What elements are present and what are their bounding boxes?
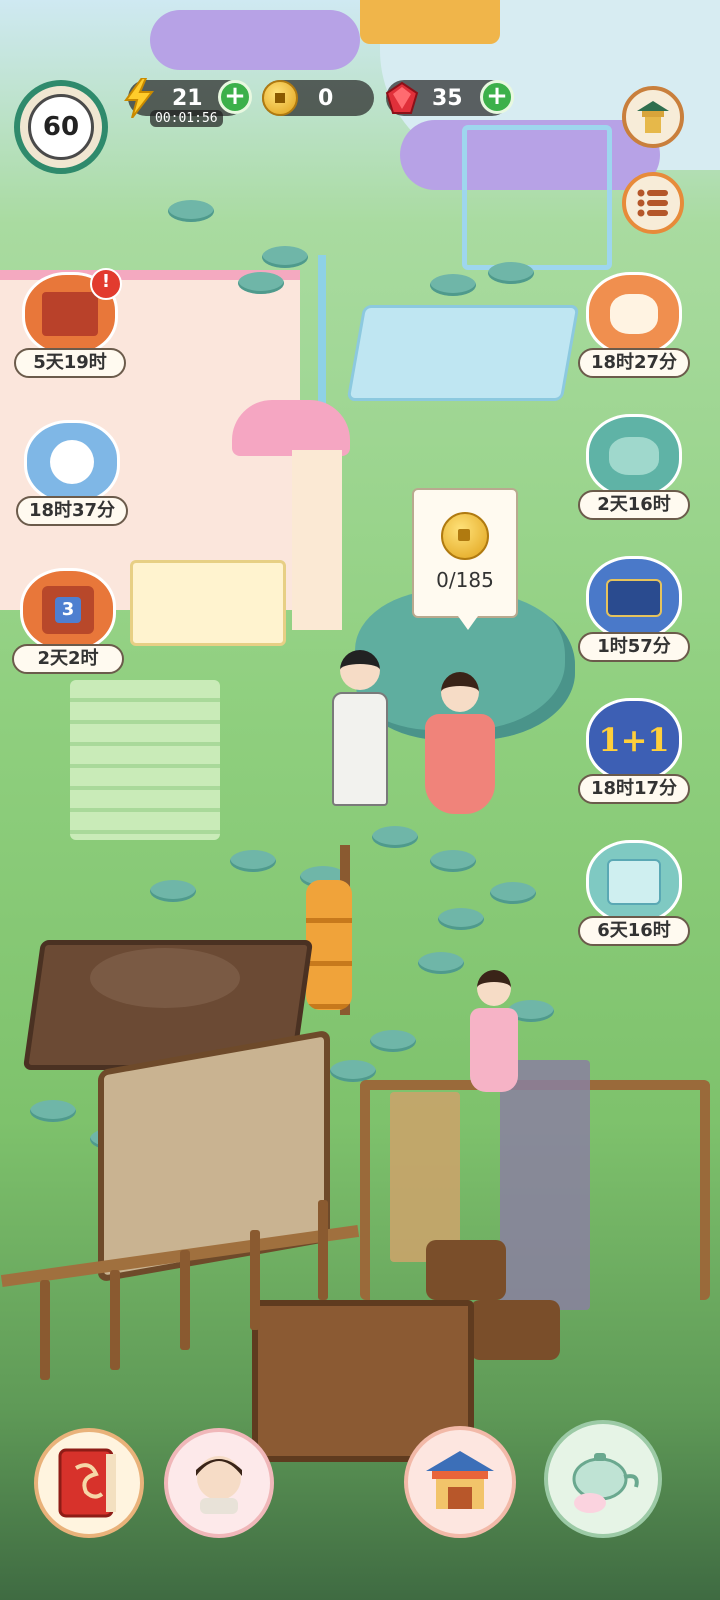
hydrangea-bush: [150, 10, 360, 70]
event-ice-cat-box[interactable]: 6天16时: [578, 840, 690, 946]
path-stone: [490, 882, 536, 904]
event-timer: 1时57分: [578, 632, 690, 662]
energy-timer: 00:01:56: [150, 110, 223, 127]
balcony-rail: [130, 560, 286, 646]
red-book-icon: [58, 1448, 116, 1518]
fence-post: [318, 1200, 328, 1300]
event-timer: 2天2时: [12, 644, 124, 674]
cat-lantern-stack: [306, 880, 352, 1010]
wall-pillar: [292, 450, 342, 630]
path-stone: [30, 1100, 76, 1122]
green-stairs: [70, 680, 220, 840]
gift-box-3-icon: 3: [20, 568, 116, 652]
scholar-character[interactable]: [330, 650, 390, 815]
hanging-cloth: [390, 1092, 460, 1262]
list-icon: [637, 189, 668, 217]
maid-sweeping-character[interactable]: [466, 970, 522, 1096]
add-gems-button[interactable]: +: [480, 80, 514, 114]
path-stone: [262, 246, 308, 268]
coin-icon: [441, 512, 489, 560]
player-level: 60: [28, 94, 94, 160]
plus-one-text: 1+1: [598, 721, 670, 759]
lady-character[interactable]: [420, 672, 500, 822]
path-stone: [372, 826, 418, 848]
add-energy-button[interactable]: +: [218, 80, 252, 114]
quest-book-button[interactable]: [34, 1428, 144, 1538]
coin-icon: [262, 80, 298, 116]
event-gift-box[interactable]: 3 2天2时: [12, 568, 124, 674]
path-stone: [418, 952, 464, 974]
event-starry-chest[interactable]: 1时57分: [578, 556, 690, 662]
event-timer: 18时17分: [578, 774, 690, 804]
event-plus-one[interactable]: 1+1 18时17分: [578, 698, 690, 804]
blue-frame-decor: [462, 125, 612, 270]
gem-value: 35: [432, 85, 463, 111]
coin-collect-count: 0/185: [436, 568, 494, 592]
street-lamp: [318, 255, 326, 405]
path-stone: [430, 850, 476, 872]
path-stone: [430, 274, 476, 296]
ice-cat-box-icon: [586, 840, 682, 924]
event-snow-cat[interactable]: 18时37分: [16, 420, 128, 526]
shop-stall-button[interactable]: [404, 1426, 516, 1538]
path-stone: [150, 880, 196, 902]
characters-button[interactable]: [164, 1428, 274, 1538]
event-timer: 18时37分: [16, 496, 128, 526]
blue-table: [346, 305, 580, 401]
coin-collect-bubble[interactable]: 0/185: [412, 488, 518, 630]
event-timer: 2天16时: [578, 490, 690, 520]
character-portrait-icon: [196, 1456, 242, 1514]
plus-one-icon: 1+1: [586, 698, 682, 782]
pavilion-icon: [637, 101, 669, 133]
fence-post: [40, 1280, 50, 1380]
event-fortune-cat[interactable]: 18时27分: [578, 272, 690, 378]
fence-post: [250, 1230, 260, 1330]
event-timer: 5天19时: [14, 348, 126, 378]
dye-tub: [426, 1240, 506, 1300]
snow-cat-icon: [24, 420, 120, 504]
stall-icon: [426, 1451, 494, 1509]
alert-badge: !: [90, 268, 122, 300]
ruby-icon: [384, 80, 420, 116]
wooden-deck: [360, 0, 500, 44]
starry-chest-icon: [586, 556, 682, 640]
menu-list-button[interactable]: [622, 172, 684, 234]
path-stone: [438, 908, 484, 930]
shop-pavilion-button[interactable]: [622, 86, 684, 148]
fortune-cat-icon: [586, 272, 682, 356]
path-stone: [230, 850, 276, 872]
energy-value: 21: [172, 85, 203, 111]
gift-box-number: 3: [55, 597, 81, 623]
event-timer: 18时27分: [578, 348, 690, 378]
teahouse-button[interactable]: [544, 1420, 662, 1538]
player-level-badge[interactable]: 60: [14, 80, 108, 174]
pink-roof: [232, 400, 350, 456]
fence-post: [110, 1270, 120, 1370]
path-stone: [238, 272, 284, 294]
hotspring-cat-icon: [586, 414, 682, 498]
coin-value: 0: [318, 85, 334, 111]
hanging-cloth: [500, 1060, 590, 1310]
event-autumn-scroll[interactable]: ! 5天19时: [14, 268, 126, 378]
game-scene[interactable]: 60 21 + 00:01:56 0 35 + ! 5天19时 18时37分 3…: [0, 0, 720, 1600]
tea-tray: [90, 948, 240, 1008]
path-stone: [330, 1060, 376, 1082]
path-stone: [168, 200, 214, 222]
dye-tub: [470, 1300, 560, 1360]
path-stone: [370, 1030, 416, 1052]
event-timer: 6天16时: [578, 916, 690, 946]
path-stone: [488, 262, 534, 284]
fence-post: [180, 1250, 190, 1350]
event-hotspring-cat[interactable]: 2天16时: [578, 414, 690, 520]
teapot-rabbit-icon: [572, 1453, 639, 1513]
